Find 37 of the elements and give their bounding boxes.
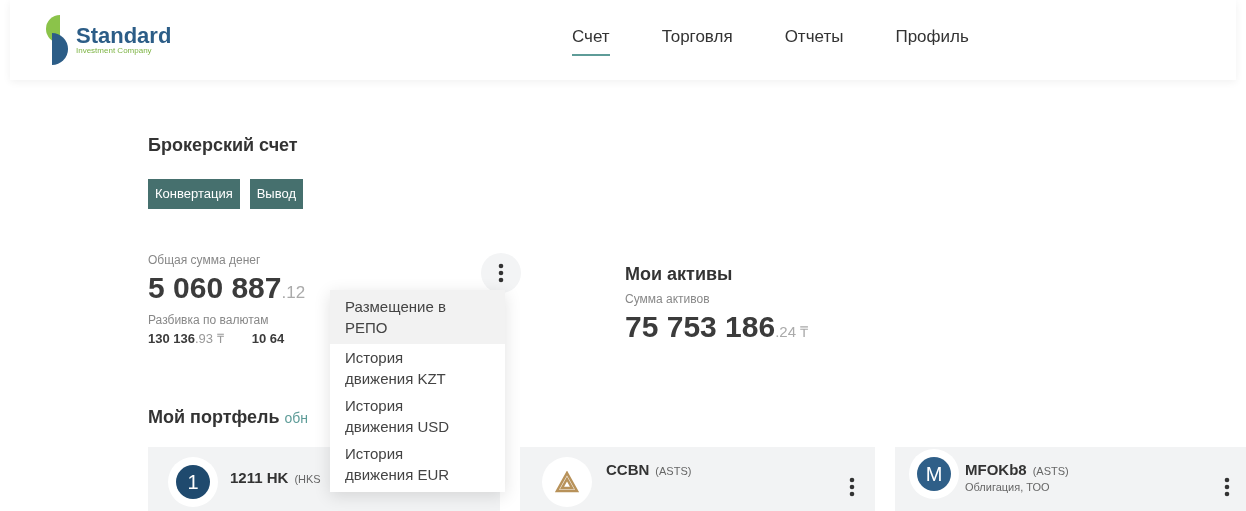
asset-exchange: (ASTS) (655, 464, 692, 479)
portfolio-title: Мой портфель (148, 406, 280, 429)
assets-label: Сумма активов (625, 291, 711, 308)
nav-tab[interactable]: Счет (572, 24, 610, 56)
breakdown-label: Разбивка по валютам (148, 311, 269, 329)
action-button[interactable]: Вывод (249, 179, 303, 209)
money-total: 5 060 887.12 (148, 270, 306, 306)
money-label: Общая сумма денег (148, 252, 261, 269)
currency-amount: 10 64 (251, 329, 285, 348)
more-icon[interactable] (849, 477, 855, 497)
asset-ticker: MFOKb8 (965, 460, 1027, 480)
asset-exchange: (HKS (294, 472, 321, 487)
more-icon[interactable] (1224, 477, 1230, 497)
menu-item[interactable]: История движения EUR (330, 440, 505, 488)
logo-tagline: Investment Company (76, 47, 153, 55)
company-logo (542, 457, 592, 507)
asset-card[interactable]: M MFOKb8 (ASTS) Облигация, ТОО (895, 447, 1246, 511)
section-title: Брокерский счет (148, 134, 299, 157)
currency-amount: 130 136.93 ₸ (148, 329, 224, 348)
nav-tab[interactable]: Профиль (895, 24, 969, 56)
assets-total: 75 753 186.24 ₸ (625, 309, 809, 345)
logo-name: Standard (76, 25, 172, 47)
asset-exchange: (ASTS) (1032, 464, 1069, 479)
menu-item[interactable]: Размещение в РЕПО (330, 290, 505, 344)
menu-item[interactable]: История движения KZT (330, 344, 505, 392)
more-icon (498, 263, 504, 283)
portfolio-note: обн (284, 409, 309, 428)
nav-tab[interactable]: Торговля (661, 24, 733, 56)
asset-ticker: CCBN (606, 460, 650, 480)
nav-tab[interactable]: Отчеты (784, 24, 844, 56)
menu-item[interactable]: История движения USD (330, 392, 505, 440)
assets-title: Мои активы (625, 263, 734, 286)
action-button[interactable]: Конвертация (148, 179, 240, 209)
asset-subtitle: Облигация, ТОО (965, 481, 1051, 493)
asset-card[interactable]: CCBN (ASTS) (520, 447, 875, 511)
asset-ticker: 1211 HK (230, 468, 289, 488)
more-button[interactable] (481, 253, 521, 293)
